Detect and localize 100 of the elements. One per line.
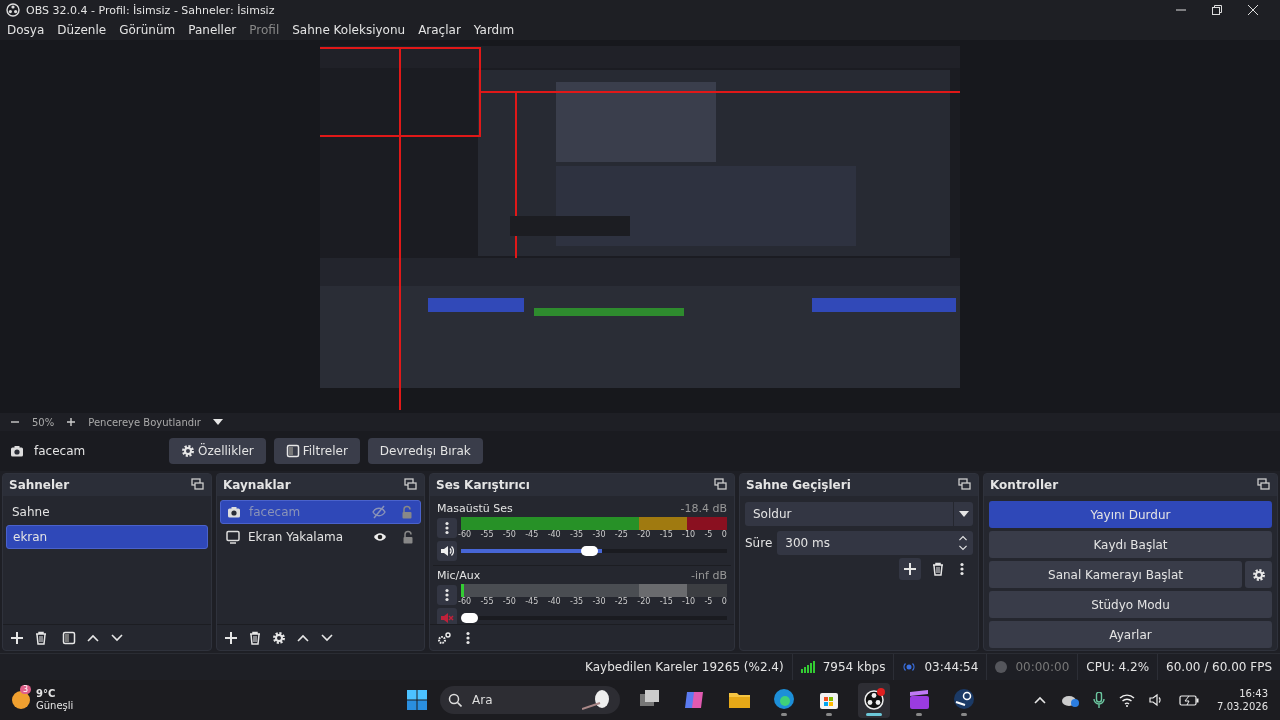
- clock-time: 16:43: [1239, 687, 1268, 700]
- scale-label: -15: [659, 530, 673, 539]
- scale-mode-dropdown[interactable]: Pencereye Boyutlandır: [88, 415, 225, 429]
- control-button[interactable]: Kaydı Başlat: [989, 531, 1272, 558]
- popout-icon[interactable]: [714, 478, 728, 492]
- obs-logo-icon: [6, 3, 20, 17]
- scale-label: -25: [614, 597, 628, 606]
- microphone-icon[interactable]: [1093, 692, 1106, 708]
- filter-icon[interactable]: [62, 630, 76, 645]
- obs-icon: [863, 687, 885, 710]
- source-name: facecam: [34, 444, 87, 458]
- trash-icon[interactable]: [931, 562, 945, 576]
- scene-item[interactable]: ekran: [6, 525, 208, 549]
- gear-icon: [181, 444, 195, 458]
- unlock-icon[interactable]: [401, 530, 415, 544]
- windows-start-icon[interactable]: [407, 690, 427, 710]
- menu-button[interactable]: [437, 518, 457, 538]
- wifi-icon[interactable]: [1119, 693, 1136, 707]
- monitor-icon: [226, 530, 240, 544]
- mute-button[interactable]: [437, 541, 457, 561]
- edge-icon: [773, 687, 795, 710]
- filters-button[interactable]: Filtreler: [273, 438, 360, 464]
- menu-item[interactable]: Dosya: [7, 23, 45, 37]
- stream-time: 03:44:54: [924, 660, 979, 674]
- gear-icon[interactable]: [272, 630, 286, 645]
- scale-label: -5: [704, 530, 713, 539]
- zoom-in-icon[interactable]: [66, 417, 77, 427]
- slider-thumb[interactable]: [580, 546, 598, 556]
- menu-item[interactable]: Düzenle: [57, 23, 107, 37]
- scale-label: -40: [547, 597, 561, 606]
- popout-icon[interactable]: [191, 478, 205, 492]
- sun-icon: [12, 691, 30, 709]
- control-button[interactable]: Yayını Durdur: [989, 501, 1272, 528]
- control-button[interactable]: Sanal Kamerayı Başlat: [989, 561, 1242, 588]
- signal-icon: [800, 661, 815, 673]
- scale-label: -10: [682, 597, 696, 606]
- properties-button[interactable]: Özellikler: [169, 438, 266, 464]
- search-icon: [448, 693, 462, 707]
- gear-icon: [1251, 567, 1266, 582]
- up-icon[interactable]: [957, 533, 969, 543]
- trash-icon[interactable]: [34, 630, 48, 645]
- popout-icon[interactable]: [404, 478, 418, 492]
- temperature: 9°C: [36, 688, 57, 700]
- control-button[interactable]: Ayarlar: [989, 621, 1272, 648]
- transition-dropdown[interactable]: Soldur: [745, 502, 973, 526]
- down-icon[interactable]: [957, 543, 969, 553]
- bitrate: 7954 kbps: [822, 660, 886, 674]
- slider-thumb[interactable]: [461, 613, 478, 623]
- dock-title: Ses Karıştırıcı: [436, 478, 530, 492]
- menu-item[interactable]: Görünüm: [119, 23, 176, 37]
- duration-field[interactable]: 300 ms: [777, 531, 973, 555]
- settings-button[interactable]: [1245, 561, 1272, 588]
- add-icon[interactable]: [10, 630, 24, 645]
- dock-title: Kontroller: [990, 478, 1059, 492]
- clock[interactable]: 16:43 7.03.2026: [1217, 687, 1268, 713]
- search-field[interactable]: Ara: [440, 686, 620, 714]
- close-icon[interactable]: [1248, 5, 1258, 15]
- dropped-frames: Kaybedilen Kareler 19265 (%2.4): [585, 660, 784, 674]
- disable-button[interactable]: Devredışı Bırak: [367, 438, 483, 464]
- steam-icon: [953, 687, 975, 710]
- popout-icon[interactable]: [1257, 478, 1271, 492]
- trash-icon[interactable]: [248, 630, 262, 645]
- search-input[interactable]: Ara: [470, 692, 574, 708]
- cloud-icon[interactable]: [1061, 693, 1080, 707]
- add-button[interactable]: [899, 558, 921, 580]
- scale-label: -40: [547, 530, 561, 539]
- dock-title: Sahneler: [9, 478, 70, 492]
- scale-label: -25: [614, 530, 628, 539]
- scale-label: 0: [721, 530, 727, 539]
- taskbar-button[interactable]: [858, 682, 890, 718]
- muted-speaker-icon: [440, 611, 454, 624]
- advanced-audio-icon[interactable]: [437, 630, 451, 645]
- restore-icon[interactable]: [1212, 5, 1222, 15]
- menu-button[interactable]: [437, 585, 457, 605]
- eye-icon[interactable]: [373, 530, 387, 544]
- filter-icon: [285, 444, 300, 458]
- source-label: Ekran Yakalama: [248, 530, 345, 544]
- source-item[interactable]: Ekran Yakalama: [220, 525, 421, 549]
- popout-icon[interactable]: [958, 478, 972, 492]
- battery-icon[interactable]: [1179, 693, 1200, 707]
- scale-label: -60: [458, 530, 472, 539]
- menu-item[interactable]: Sahne Koleksiyonu: [292, 23, 406, 37]
- menu-item[interactable]: Paneller: [188, 23, 237, 37]
- eye-slash-icon[interactable]: [372, 505, 386, 519]
- channel-name: Masaüstü Ses: [437, 502, 513, 515]
- running-indicator: [961, 712, 967, 716]
- menu-item[interactable]: Araçlar: [418, 23, 461, 37]
- add-icon[interactable]: [224, 630, 238, 645]
- clapperboard-icon: [908, 687, 930, 710]
- menu-item[interactable]: Yardım: [473, 23, 515, 37]
- scale-label: -50: [502, 597, 516, 606]
- running-indicator: [866, 712, 882, 716]
- scene-item[interactable]: Sahne: [6, 500, 208, 524]
- running-indicator: [916, 712, 922, 716]
- camera-icon: [10, 444, 24, 458]
- scale-label: -20: [637, 530, 651, 539]
- fps-counter: 60.00 / 60.00 FPS: [1166, 660, 1272, 674]
- running-indicator: [781, 712, 787, 716]
- control-button[interactable]: Stüdyo Modu: [989, 591, 1272, 618]
- scale-label: -20: [637, 597, 651, 606]
